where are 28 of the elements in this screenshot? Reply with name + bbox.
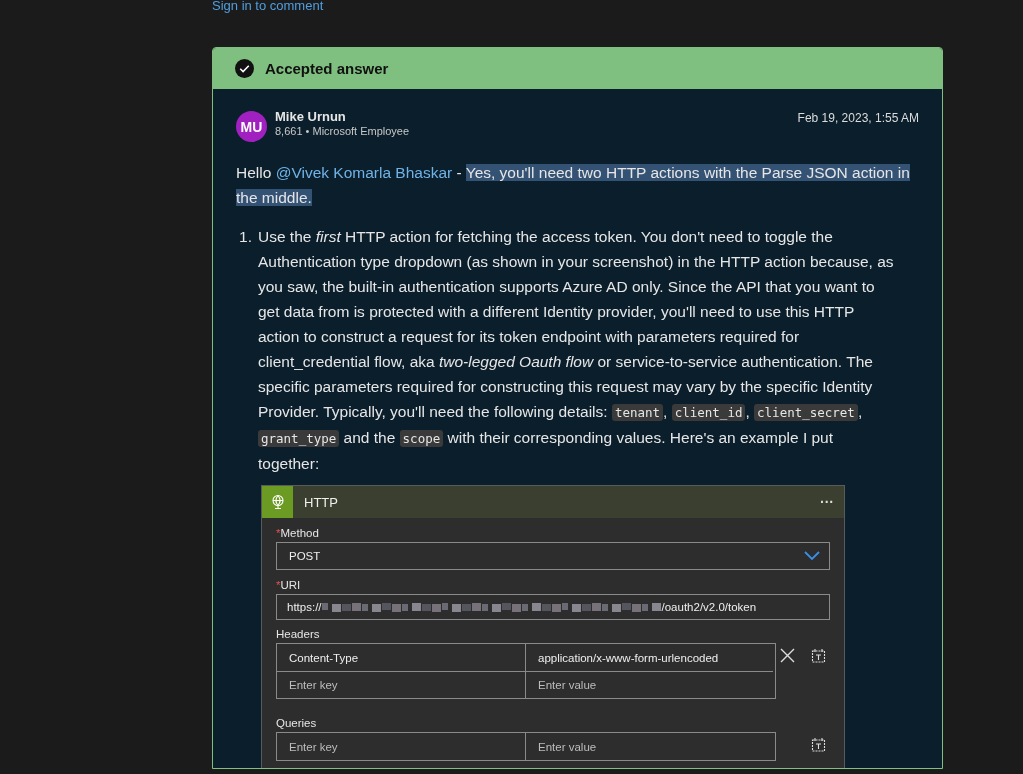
uri-field[interactable]: https:// /oauth2/v2.0/token: [276, 594, 830, 620]
mention-link[interactable]: @Vivek Komarla Bhaskar: [275, 164, 453, 181]
field-label: *Method: [276, 527, 320, 539]
key-field[interactable]: Enter key: [277, 733, 525, 760]
section-label: Queries: [276, 717, 318, 729]
globe-icon: [262, 486, 293, 518]
sign-in-link[interactable]: Sign in to comment: [212, 0, 324, 13]
author-meta: 8,661 • Microsoft Employee: [275, 125, 411, 137]
chevron-down-icon: [804, 551, 820, 561]
value-field[interactable]: Enter value: [525, 733, 773, 760]
greeting-paragraph: Hello @Vivek Komarla Bhaskar - Yes, you'll need two HTTP actions with the Parse JSON action in the middle.: [236, 163, 911, 208]
post-date: Feb 19, 2023, 1:55 AM: [797, 111, 919, 125]
value-field[interactable]: application/x-www-form-urlencoded: [525, 644, 773, 671]
banner-title: Accepted answer: [265, 60, 389, 77]
close-icon[interactable]: [780, 648, 795, 663]
more-button[interactable]: ···: [810, 494, 844, 510]
value-field[interactable]: Enter value: [525, 671, 773, 698]
author-name: Mike Urnun: [275, 109, 347, 124]
section-label: Headers: [276, 628, 321, 640]
method-dropdown[interactable]: POST: [276, 542, 830, 570]
list-number: 1.: [238, 227, 252, 247]
step-paragraph: Use the first HTTP action for fetching the access token. You don't need to toggle the Authentication type dropdown (as shown in your screenshot) in the HTTP action because, as you saw, the built-in authentication supports Azure AD only. Since the API that you want to get data from is protected with a different Identity provider, you'll need to use this HTTP action to construct a request for its token endpoint with parameters required for client_credential flow, aka two-legged Oauth flow or service-to-service authentication. The specific parameters required for constructing this request may vary by the specific Identity Provider. Typically, you'll need the following details: tenant , client_id , client_secret , grant_type and the scope with their corresponding values. Here's an example I put together:: [258, 227, 895, 474]
check-circle-icon: [235, 59, 254, 78]
key-field[interactable]: Content-Type: [277, 644, 525, 671]
panel-title: HTTP: [304, 494, 339, 510]
avatar: MU: [236, 111, 267, 142]
field-label: *URI: [276, 579, 302, 591]
key-field[interactable]: Enter key: [277, 671, 525, 698]
